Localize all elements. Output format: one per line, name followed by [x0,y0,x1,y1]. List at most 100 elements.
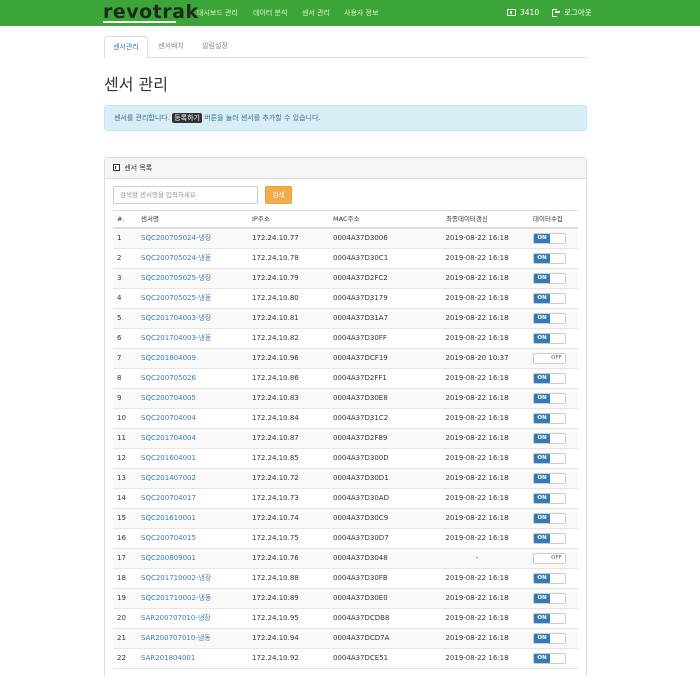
tab-sensor-placement[interactable]: 센서배치 [151,36,191,58]
data-collect-toggle[interactable]: OFF [533,353,566,364]
sensor-name-link[interactable]: SQC200809001 [141,549,196,568]
sensor-name-link[interactable]: SQC200704005 [141,389,196,408]
sensor-name-link[interactable]: SQC201710002-냉동 [141,589,211,608]
data-collect-toggle[interactable]: ON [533,573,566,584]
cell-no: 18 [117,574,126,582]
sensor-name-link[interactable]: SAR200707010-냉장 [141,609,211,628]
sensor-name-link[interactable]: SQC201407002 [141,469,196,488]
table-row: 8 SQC200705026 172.24.10.86 0004A37D2FF1 201… [113,369,578,389]
cell-updated: 2019-08-22 16:18 [445,234,509,242]
sensor-name-link[interactable]: SQC200705025-냉동 [141,289,211,308]
data-collect-toggle[interactable]: ON [533,373,566,384]
brand-logo[interactable]: revotrak [103,2,199,22]
cell-mac: 0004A37D31C2 [333,414,389,422]
cell-ip: 172.24.10.78 [252,254,299,262]
data-collect-toggle[interactable]: ON [533,593,566,604]
sensor-name-link[interactable]: SQC201610001 [141,509,196,528]
cell-no: 21 [117,634,126,642]
sensor-name-link[interactable]: SQC201704003-냉장 [141,309,211,328]
toggle-on-label: ON [534,654,550,663]
cell-mac: 0004A37D2F89 [333,434,388,442]
cell-no: 8 [117,374,122,382]
sensor-name-link[interactable]: SQC200705025-냉장 [141,269,211,288]
table-row: 3 SQC200705025-냉장 172.24.10.79 0004A37D2FC2… [113,269,578,289]
toggle-on-label: ON [534,534,550,543]
data-collect-toggle[interactable]: ON [533,413,566,424]
cell-no: 1 [117,234,122,242]
tab-alert-settings[interactable]: 알림설정 [195,36,235,58]
sensor-name-link[interactable]: SQC200704015 [141,529,196,548]
search-button[interactable]: 검색 [265,186,292,204]
data-collect-toggle[interactable]: ON [533,293,566,304]
page-title: 센서 관리 [104,75,168,94]
table-row: 20 SAR200707010-냉장 172.24.10.95 0004A37DCDB… [113,609,578,629]
sensor-name-link[interactable]: SQC201704004 [141,429,196,448]
data-collect-toggle[interactable]: ON [533,433,566,444]
sensor-name-link[interactable]: SQC201604001 [141,449,196,468]
data-collect-toggle[interactable]: ON [533,533,566,544]
sensor-name-link[interactable]: SQC201704003-냉동 [141,329,211,348]
data-collect-toggle[interactable]: ON [533,453,566,464]
sensor-name-link[interactable]: SQC201804009 [141,349,196,368]
sensor-search-input[interactable] [113,186,258,204]
cell-ip: 172.24.10.92 [252,654,299,662]
table-row: 5 SQC201704003-냉장 172.24.10.81 0004A37D31A7… [113,309,578,329]
cell-ip: 172.24.10.84 [252,414,299,422]
data-collect-toggle[interactable]: ON [533,613,566,624]
brand-underline [103,21,176,23]
nav-dashboard[interactable]: 대시보드 관리 [197,8,238,18]
data-collect-toggle[interactable]: ON [533,473,566,484]
sensor-name-link[interactable]: SAR201804001 [141,649,195,668]
cell-ip: 172.24.10.96 [252,354,299,362]
data-collect-toggle[interactable]: OFF [533,553,566,564]
data-collect-toggle[interactable]: ON [533,333,566,344]
nav-sensor-management[interactable]: 센서 관리 [302,8,330,18]
cell-ip: 172.24.10.87 [252,434,299,442]
toggle-on-label: ON [534,454,550,463]
nav-data-analysis[interactable]: 데이터 분석 [253,8,287,18]
col-header-ip: IP주소 [252,215,270,223]
sensor-name-link[interactable]: SAR200707010-냉동 [141,629,211,648]
col-header-updated: 최종데이터갱신 [446,215,488,223]
table-row: 15 SQC201610001 172.24.10.74 0004A37D30C9 20… [113,509,578,529]
cell-mac: 0004A37D3048 [333,554,388,562]
tab-sensor-management[interactable]: 센서관리 [104,36,148,59]
data-collect-toggle[interactable]: ON [533,393,566,404]
sensor-name-link[interactable]: SQC201710002-냉장 [141,569,211,588]
data-collect-toggle[interactable]: ON [533,633,566,644]
cell-ip: 172.24.10.88 [252,574,299,582]
toggle-on-label: ON [534,334,550,343]
cell-updated: 2019-08-22 16:18 [445,394,509,402]
data-collect-toggle[interactable]: ON [533,653,566,664]
sensor-name-link[interactable]: SQC200704017 [141,489,196,508]
sensor-name-link[interactable]: SQC200705024-냉동 [141,249,211,268]
nav-user-info[interactable]: 사용자 정보 [344,8,378,18]
data-collect-toggle[interactable]: ON [533,233,566,244]
data-collect-toggle[interactable]: ON [533,313,566,324]
toggle-off-label: OFF [548,354,565,363]
data-collect-toggle[interactable]: ON [533,273,566,284]
data-collect-toggle[interactable]: ON [533,253,566,264]
cell-mac: 0004A37D300D [333,454,389,462]
table-row: 10 SQC200704004 172.24.10.84 0004A37D31C2 20… [113,409,578,429]
cell-no: 10 [117,414,126,422]
data-collect-toggle[interactable]: ON [533,493,566,504]
toggle-on-label: ON [534,634,550,643]
sensor-name-link[interactable]: SQC200705026 [141,369,196,388]
cell-updated: 2019-08-22 16:18 [445,654,509,662]
cell-ip: 172.24.10.89 [252,594,299,602]
panel-heading: 센서 목록 [105,158,586,179]
toggle-on-label: ON [534,434,550,443]
logout-link[interactable]: 로그아웃 [552,7,592,18]
panel-title: 센서 목록 [124,164,153,172]
cell-updated: 2019-08-22 16:18 [445,494,509,502]
table-row: 13 SQC201407002 172.24.10.72 0004A37D30D1 20… [113,469,578,489]
logout-icon [552,8,560,17]
sensor-name-link[interactable]: SQC200705024-냉장 [141,229,211,248]
user-id-link[interactable]: 3410 [507,7,539,18]
data-collect-toggle[interactable]: ON [533,513,566,524]
table-row: 9 SQC200704005 172.24.10.83 0004A37D30E8 201… [113,389,578,409]
cell-mac: 0004A37D3179 [333,294,388,302]
alert-register-key: 등록하기 [172,113,202,123]
sensor-name-link[interactable]: SQC200704004 [141,409,196,428]
